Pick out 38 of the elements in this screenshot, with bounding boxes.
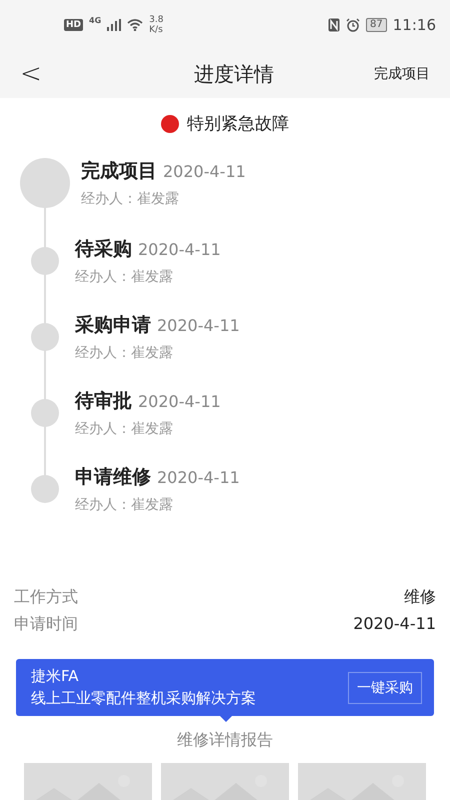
step-handler: 经办人：崔发露 <box>75 268 174 286</box>
priority-label: 特别紧急故障 <box>187 113 289 135</box>
pointer-arrow <box>220 716 232 722</box>
step-title: 待采购 <box>75 237 132 262</box>
step-handler: 经办人：崔发露 <box>75 420 174 438</box>
detail-value: 2020-4-11 <box>353 614 436 635</box>
complete-project-button[interactable]: 完成项目 <box>368 64 436 84</box>
network-label: 4G <box>89 16 102 25</box>
step-title: 完成项目 <box>81 159 157 184</box>
step-title: 采购申请 <box>75 313 151 338</box>
step-handler: 经办人：崔发露 <box>75 344 174 362</box>
wifi-icon <box>127 19 144 31</box>
battery-icon: 87 <box>366 18 387 32</box>
step-title: 申请维修 <box>75 465 151 490</box>
step-title: 待审批 <box>75 389 132 414</box>
clock-time: 11:16 <box>392 16 436 34</box>
step-date: 2020-4-11 <box>163 162 246 181</box>
step-date: 2020-4-11 <box>157 316 240 335</box>
detail-value: 维修 <box>404 587 436 608</box>
step-handler: 经办人：崔发露 <box>81 190 180 208</box>
banner-title: 捷米FA <box>31 667 80 686</box>
nfc-icon <box>328 18 340 32</box>
step-date: 2020-4-11 <box>157 468 240 487</box>
step-date: 2020-4-11 <box>138 240 221 259</box>
network-speed: 3.8 K/s <box>149 15 164 35</box>
report-title: 维修详情报告 <box>176 730 274 751</box>
page-title: 进度详情 <box>192 60 275 88</box>
banner-subtitle: 线上工业零配件整机采购解决方案 <box>31 689 257 708</box>
step-date: 2020-4-11 <box>138 392 221 411</box>
hd-icon: HD <box>64 19 84 31</box>
step-handler: 经办人：崔发露 <box>75 496 174 514</box>
signal-icon <box>107 19 122 31</box>
alarm-icon <box>346 18 360 32</box>
back-button[interactable]: < <box>12 59 50 89</box>
detail-label: 工作方式 <box>14 587 78 608</box>
purchase-button[interactable]: 一键采购 <box>348 672 422 704</box>
ad-banner[interactable]: 捷米FA 线上工业零配件整机采购解决方案 一键采购 <box>16 659 434 716</box>
detail-label: 申请时间 <box>14 614 78 635</box>
